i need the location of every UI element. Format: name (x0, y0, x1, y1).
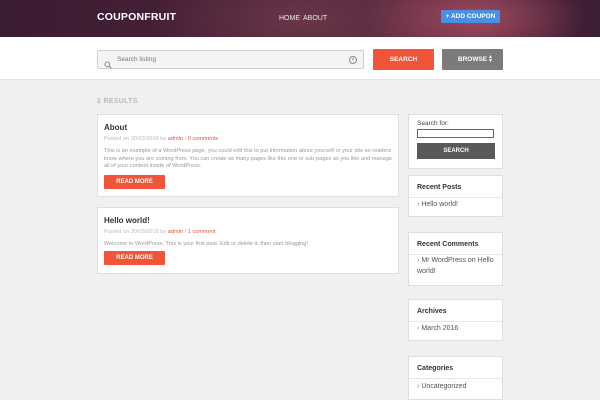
sidebar-search-input[interactable] (417, 129, 494, 138)
post-comments-link[interactable]: 1 comment (188, 229, 216, 235)
comment-author[interactable]: Mr WordPress (421, 257, 466, 264)
post-meta: Posted on 30/03/2016 by admin / 1 commen… (104, 229, 215, 235)
add-coupon-button[interactable]: + ADD COUPON (441, 10, 500, 23)
categories-widget: Categories › Uncategorized (408, 356, 503, 400)
recent-post-item[interactable]: › Hello world! (417, 199, 458, 210)
divider (409, 378, 502, 379)
recent-comments-widget: Recent Comments › Mr WordPress on Hello w… (408, 232, 503, 286)
read-more-button[interactable]: READ MORE (104, 175, 165, 189)
post-author-link[interactable]: admin (168, 229, 183, 235)
chevron-right-icon: › (417, 201, 420, 208)
search-input[interactable] (117, 56, 342, 63)
recent-post-link[interactable]: Hello world! (421, 201, 458, 208)
site-logo[interactable]: COUPONFRUIT (97, 11, 176, 23)
browse-button[interactable]: BROWSE ▲ ▼ (442, 49, 503, 70)
archive-item[interactable]: › March 2016 (417, 323, 458, 334)
search-icon (104, 56, 112, 69)
category-item[interactable]: › Uncategorized (417, 381, 466, 392)
divider (409, 197, 502, 198)
post-comments-link[interactable]: 0 comments (188, 136, 218, 142)
post-card: About Posted on 30/03/2016 by admin / 0 … (97, 114, 399, 197)
clear-icon[interactable]: × (349, 56, 357, 64)
widget-title: Recent Posts (417, 184, 462, 191)
widget-title: Recent Comments (417, 241, 479, 248)
widget-title: Archives (417, 308, 447, 315)
divider (409, 321, 502, 322)
post-excerpt: This is an example of a WordPress page, … (104, 148, 392, 170)
browse-label: BROWSE (457, 56, 488, 63)
search-bar-section: × SEARCH BROWSE ▲▼ (0, 37, 600, 80)
post-date: Posted on 30/03/2016 by (104, 136, 167, 142)
comment-on: on (465, 257, 478, 264)
results-count: 2 RESULTS (97, 98, 138, 105)
chevron-right-icon: › (417, 325, 420, 332)
recent-comment-item: › Mr WordPress on Hello world! (417, 255, 499, 277)
chevron-right-icon: › (417, 257, 420, 264)
category-link[interactable]: Uncategorized (421, 383, 466, 390)
post-date: Posted on 30/03/2016 by (104, 229, 167, 235)
sidebar-search-widget: Search for: SEARCH (408, 114, 503, 169)
site-header: COUPONFRUIT HOME ABOUT + ADD COUPON (0, 0, 600, 37)
updown-icon: ▲ ▼ (488, 54, 493, 64)
search-button[interactable]: SEARCH (373, 49, 434, 70)
sidebar-search-button[interactable]: SEARCH (417, 143, 495, 159)
widget-title: Categories (417, 365, 454, 372)
sidebar-search-label: Search for: (417, 120, 449, 127)
read-more-button[interactable]: READ MORE (104, 251, 165, 265)
archives-widget: Archives › March 2016 (408, 299, 503, 341)
post-title[interactable]: Hello world! (104, 216, 150, 225)
nav-about[interactable]: ABOUT (303, 15, 327, 22)
post-author-link[interactable]: admin (168, 136, 183, 142)
post-excerpt: Welcome to WordPress. This is your first… (104, 241, 308, 247)
post-card: Hello world! Posted on 30/03/2016 by adm… (97, 207, 399, 274)
post-meta: Posted on 30/03/2016 by admin / 0 commen… (104, 136, 218, 142)
post-title[interactable]: About (104, 123, 127, 132)
chevron-right-icon: › (417, 383, 420, 390)
nav-home[interactable]: HOME (279, 15, 300, 22)
archive-link[interactable]: March 2016 (421, 325, 458, 332)
search-input-wrapper[interactable]: × (97, 50, 364, 69)
recent-posts-widget: Recent Posts › Hello world! (408, 175, 503, 217)
